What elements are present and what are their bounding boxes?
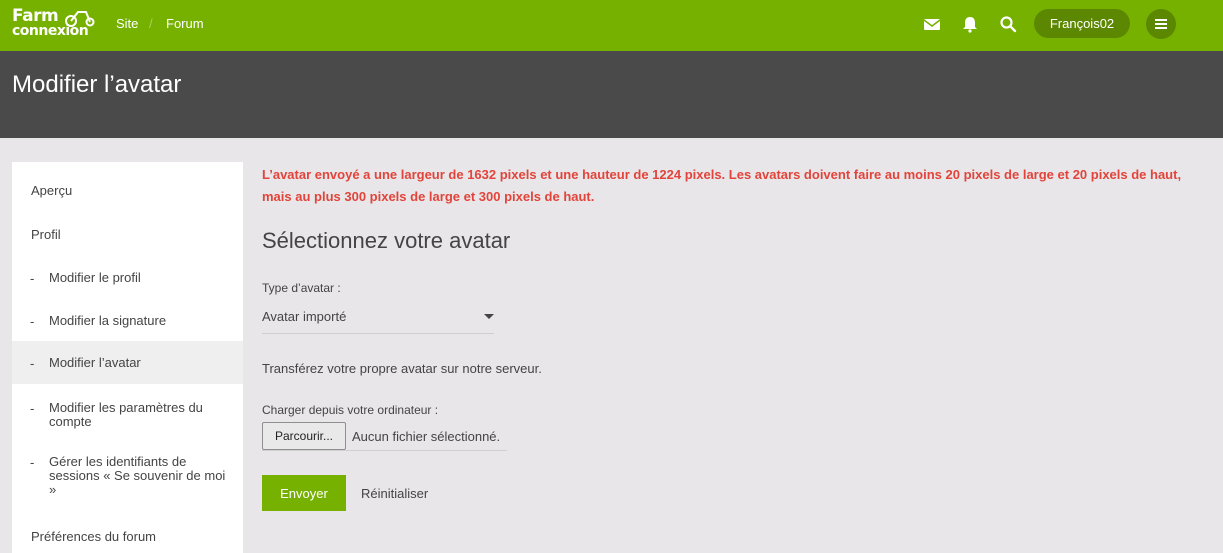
sidebar-item-parametres-compte[interactable]: - Modifier les paramètres du compte <box>12 384 243 454</box>
section-title: Sélectionnez votre avatar <box>262 228 511 253</box>
sidebar-item-modifier-avatar[interactable]: - Modifier l’avatar <box>12 341 243 384</box>
user-menu-button[interactable]: François02 <box>1034 9 1130 38</box>
error-message: L’avatar envoyé a une largeur de 1632 pi… <box>262 167 1182 204</box>
avatar-type-value: Avatar importé <box>262 309 347 324</box>
search-icon[interactable] <box>999 15 1017 33</box>
bell-icon[interactable] <box>961 15 979 33</box>
sidebar-item-profil[interactable]: Profil <box>12 206 243 249</box>
file-input[interactable]: Parcourir... Aucun fichier sélectionné. <box>262 422 507 451</box>
tractor-icon <box>65 11 95 27</box>
sidebar-item-dash: - <box>30 455 35 470</box>
page-title: Modifier l’avatar <box>12 71 182 98</box>
caret-down-icon <box>484 314 494 319</box>
upload-label: Charger depuis votre ordinateur : <box>262 403 439 417</box>
file-status: Aucun fichier sélectionné. <box>352 429 501 444</box>
page-header <box>0 51 1223 138</box>
site-logo[interactable]: Farm connexion <box>12 6 96 42</box>
sidebar: Aperçu Profil - Modifier le profil - Mod… <box>12 162 243 553</box>
nav-link-site[interactable]: Site <box>116 16 138 31</box>
sidebar-item-identifiants-sessions[interactable]: - Gérer les identifiants de sessions « S… <box>12 454 243 524</box>
sidebar-item-dash: - <box>30 271 35 286</box>
nav-separator: / <box>149 16 153 31</box>
sidebar-item-label: Modifier les paramètres du compte <box>49 400 203 429</box>
hamburger-icon <box>1155 19 1167 29</box>
reset-button[interactable]: Réinitialiser <box>361 486 428 501</box>
sidebar-item-dash: - <box>30 401 35 416</box>
sidebar-item-label: Préférences du forum <box>31 529 157 544</box>
sidebar-item-label: Modifier l’avatar <box>49 355 141 370</box>
sidebar-item-label: Profil <box>31 227 61 242</box>
sidebar-item-modifier-signature[interactable]: - Modifier la signature <box>12 292 243 341</box>
sidebar-item-label: Modifier la signature <box>49 313 167 328</box>
sidebar-item-label: Modifier le profil <box>49 270 141 285</box>
top-bar: Farm connexion Site / Forum François02 <box>0 0 1223 51</box>
avatar-type-select[interactable]: Avatar importé <box>262 306 494 334</box>
submit-button[interactable]: Envoyer <box>262 475 346 511</box>
sidebar-item-label: Aperçu <box>31 183 73 198</box>
envelope-icon[interactable] <box>923 15 941 33</box>
sidebar-item-dash: - <box>30 356 35 371</box>
browse-button[interactable]: Parcourir... <box>262 422 346 450</box>
avatar-type-label: Type d’avatar : <box>262 281 341 295</box>
upload-info-text: Transférez votre propre avatar sur notre… <box>262 361 542 376</box>
sidebar-item-preferences-forum[interactable]: Préférences du forum <box>12 524 243 553</box>
hamburger-menu-button[interactable] <box>1146 9 1176 39</box>
sidebar-item-apercu[interactable]: Aperçu <box>12 162 243 206</box>
sidebar-item-dash: - <box>30 314 35 329</box>
sidebar-item-label: Gérer les identifiants de sessions « Se … <box>49 454 226 497</box>
sidebar-item-modifier-profil[interactable]: - Modifier le profil <box>12 249 243 292</box>
nav-link-forum[interactable]: Forum <box>166 16 204 31</box>
